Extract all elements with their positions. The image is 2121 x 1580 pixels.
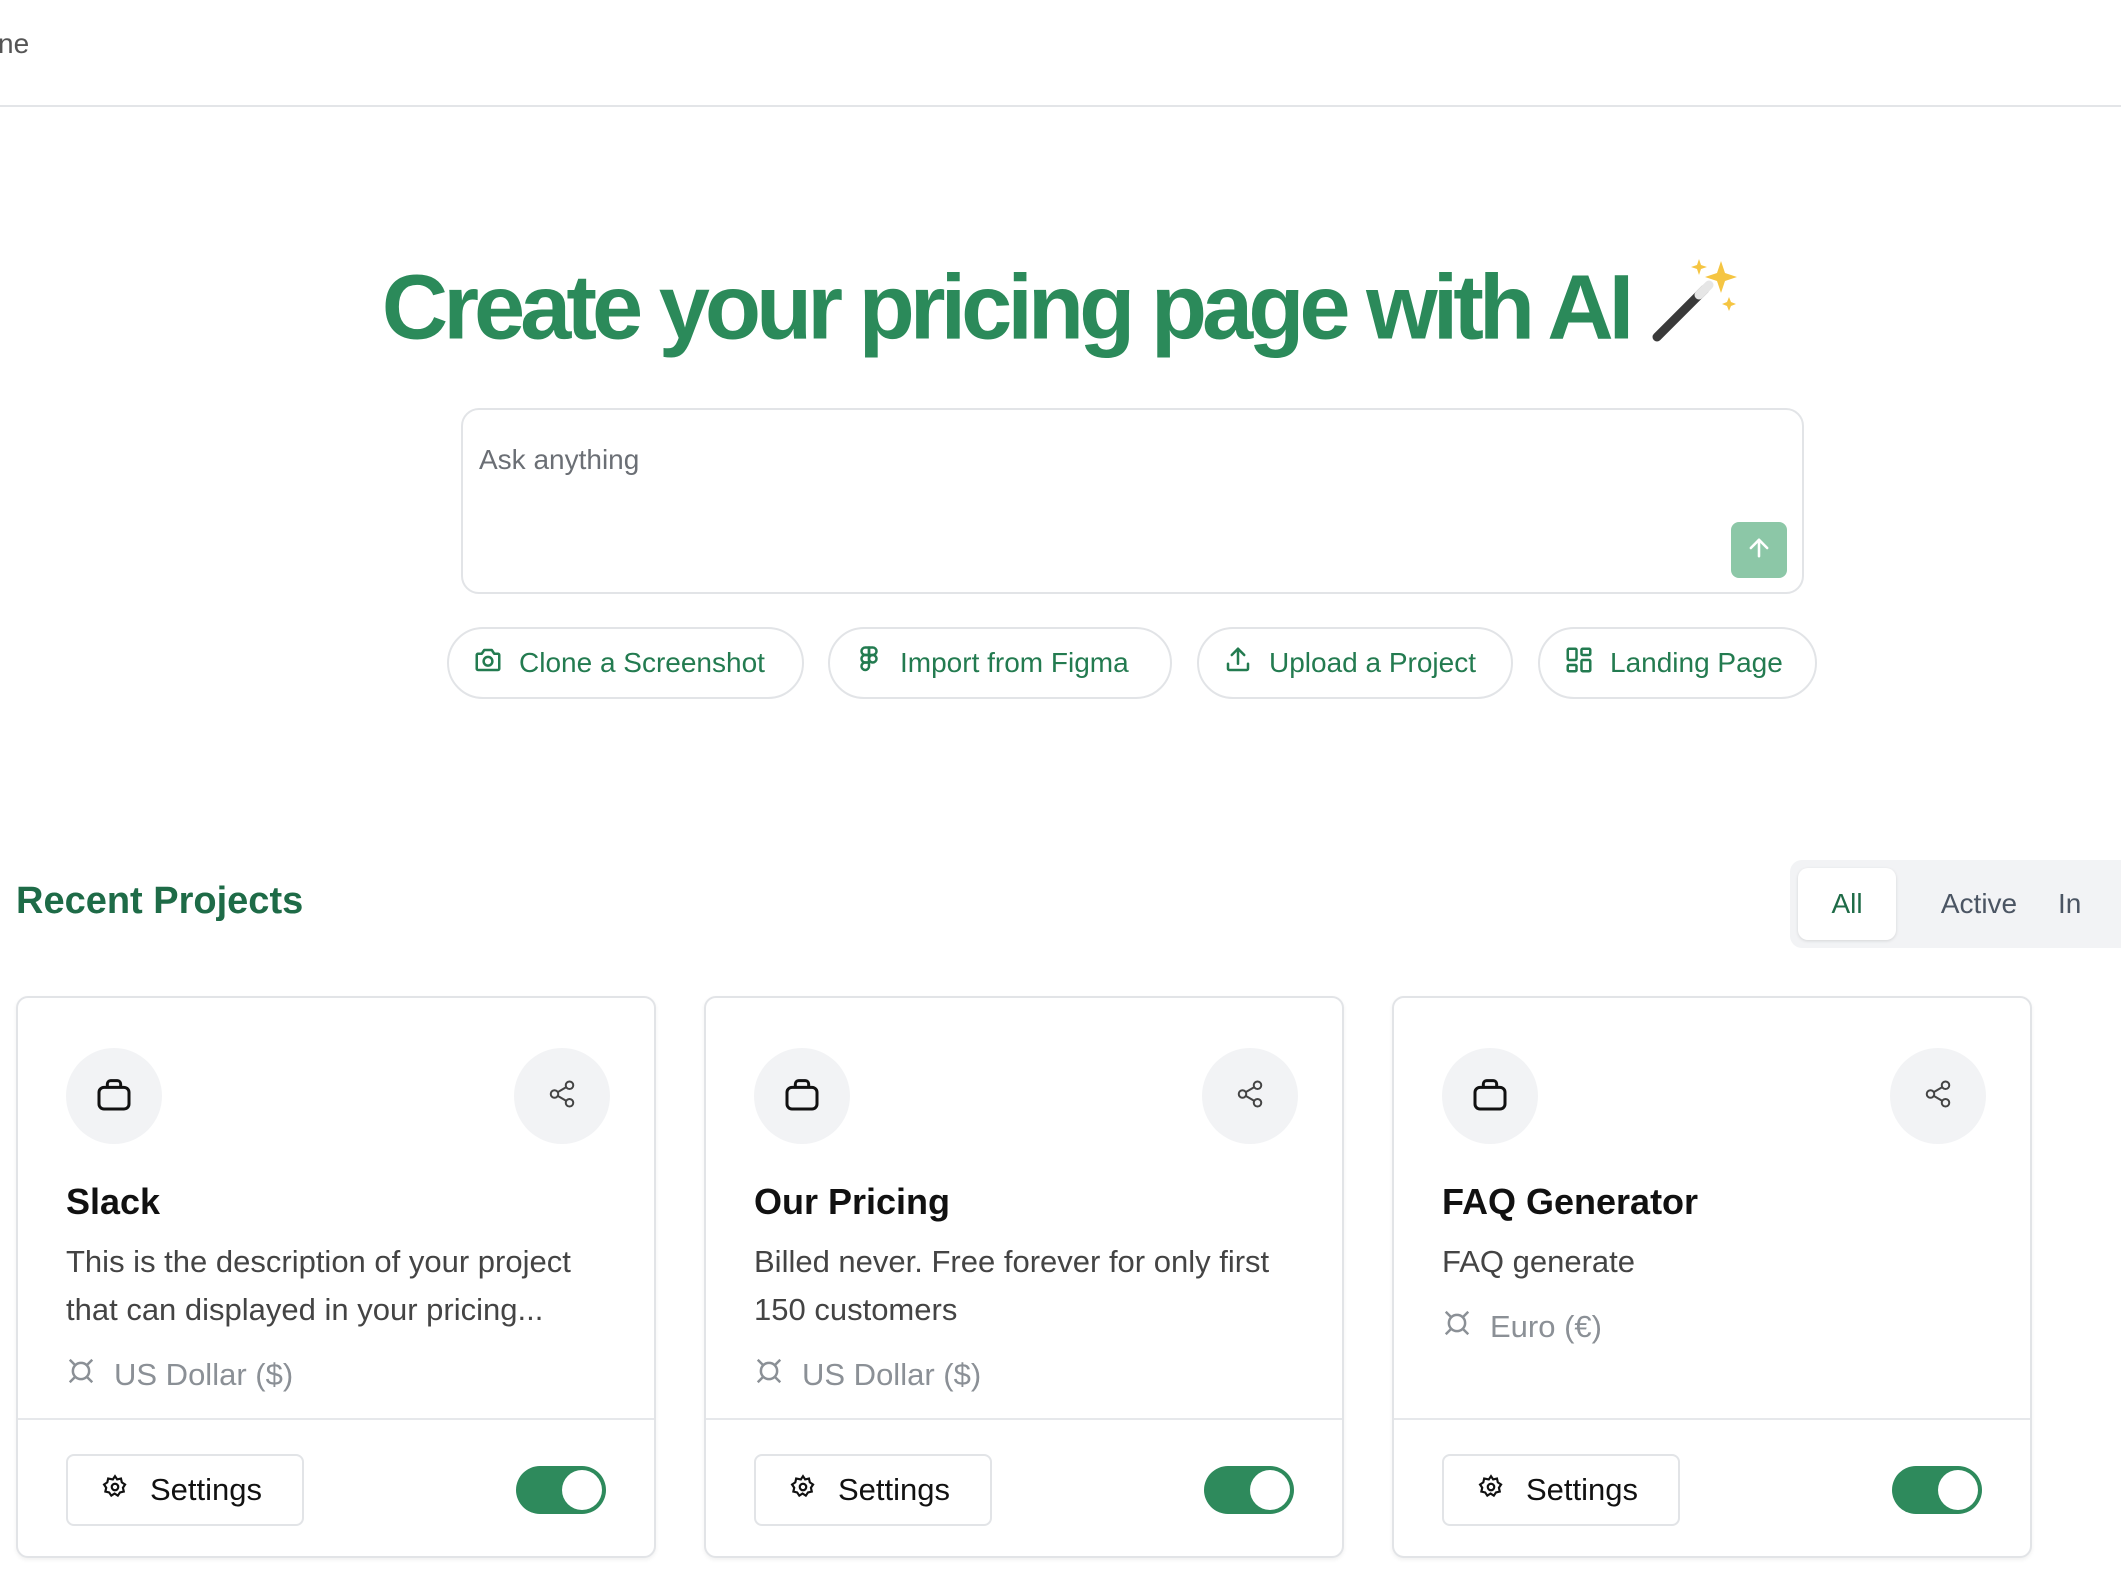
card-divider bbox=[1394, 1418, 2030, 1420]
topbar-title-fragment: ne bbox=[0, 28, 30, 59]
share-button[interactable] bbox=[514, 1048, 610, 1144]
prompt-input[interactable] bbox=[479, 430, 1679, 490]
share-button[interactable] bbox=[1890, 1048, 1986, 1144]
top-bar: ne bbox=[0, 0, 2121, 107]
share-icon bbox=[547, 1079, 577, 1114]
project-card[interactable]: FAQ Generator FAQ generate Euro (€) Sett… bbox=[1392, 996, 2032, 1558]
chip-label: Import from Figma bbox=[900, 647, 1129, 678]
project-currency: US Dollar ($) bbox=[754, 1356, 981, 1394]
project-description: Billed never. Free forever for only firs… bbox=[754, 1244, 1270, 1327]
chip-label: Landing Page bbox=[1610, 647, 1783, 678]
send-button[interactable] bbox=[1731, 522, 1787, 578]
currency-icon bbox=[66, 1356, 96, 1394]
toggle-knob bbox=[1938, 1470, 1978, 1510]
upload-icon bbox=[1223, 645, 1253, 682]
currency-label: US Dollar ($) bbox=[114, 1357, 294, 1392]
tab-active[interactable]: Active bbox=[1914, 868, 2044, 940]
currency-label: Euro (€) bbox=[1490, 1309, 1602, 1344]
settings-label: Settings bbox=[1526, 1472, 1639, 1507]
project-description: FAQ generate bbox=[1442, 1244, 1636, 1279]
currency-icon bbox=[1442, 1308, 1472, 1346]
project-card[interactable]: Slack This is the description of your pr… bbox=[16, 996, 656, 1558]
project-title: Slack bbox=[66, 1181, 161, 1222]
currency-label: US Dollar ($) bbox=[802, 1357, 982, 1392]
toggle-knob bbox=[1250, 1470, 1290, 1510]
clone-screenshot-button[interactable]: Clone a Screenshot bbox=[447, 627, 804, 699]
prompt-box bbox=[461, 408, 1804, 594]
recent-projects-heading: Recent Projects bbox=[16, 880, 304, 922]
card-divider bbox=[18, 1418, 654, 1420]
tab-inactive[interactable]: In bbox=[2058, 868, 2121, 940]
hero-title: Create your pricing page with AI bbox=[0, 255, 2121, 373]
settings-label: Settings bbox=[150, 1472, 263, 1507]
bag-icon bbox=[782, 1074, 822, 1119]
project-currency: Euro (€) bbox=[1442, 1308, 1602, 1346]
settings-button[interactable]: Settings bbox=[66, 1454, 304, 1526]
card-divider bbox=[706, 1418, 1342, 1420]
project-icon-wrapper bbox=[66, 1048, 162, 1144]
project-title: FAQ Generator bbox=[1442, 1181, 1699, 1222]
project-icon-wrapper bbox=[754, 1048, 850, 1144]
settings-label: Settings bbox=[838, 1472, 951, 1507]
project-filter-tabs: All Active In bbox=[1790, 860, 2121, 948]
camera-icon bbox=[473, 645, 503, 682]
tab-all[interactable]: All bbox=[1798, 868, 1896, 940]
toggle-knob bbox=[562, 1470, 602, 1510]
project-toggle[interactable] bbox=[1204, 1466, 1294, 1514]
settings-button[interactable]: Settings bbox=[1442, 1454, 1680, 1526]
landing-page-button[interactable]: Landing Page bbox=[1538, 627, 1817, 699]
import-figma-button[interactable]: Import from Figma bbox=[828, 627, 1172, 699]
magic-wand-icon bbox=[1643, 255, 1739, 373]
hero-title-text: Create your pricing page with AI bbox=[381, 256, 1634, 359]
quick-actions: Clone a Screenshot Import from Figma Upl… bbox=[0, 627, 2121, 699]
gear-icon bbox=[102, 1472, 128, 1508]
share-icon bbox=[1923, 1079, 1953, 1114]
grid-icon bbox=[1564, 645, 1594, 682]
share-button[interactable] bbox=[1202, 1048, 1298, 1144]
upload-project-button[interactable]: Upload a Project bbox=[1197, 627, 1513, 699]
project-currency: US Dollar ($) bbox=[66, 1356, 293, 1394]
chip-label: Clone a Screenshot bbox=[519, 647, 765, 678]
bag-icon bbox=[94, 1074, 134, 1119]
project-title: Our Pricing bbox=[754, 1181, 951, 1222]
project-card[interactable]: Our Pricing Billed never. Free forever f… bbox=[704, 996, 1344, 1558]
arrow-up-icon bbox=[1745, 534, 1773, 567]
currency-icon bbox=[754, 1356, 784, 1394]
settings-button[interactable]: Settings bbox=[754, 1454, 992, 1526]
gear-icon bbox=[790, 1472, 816, 1508]
project-icon-wrapper bbox=[1442, 1048, 1538, 1144]
share-icon bbox=[1235, 1079, 1265, 1114]
gear-icon bbox=[1478, 1472, 1504, 1508]
project-toggle[interactable] bbox=[516, 1466, 606, 1514]
figma-icon bbox=[854, 645, 884, 682]
project-toggle[interactable] bbox=[1892, 1466, 1982, 1514]
chip-label: Upload a Project bbox=[1269, 647, 1477, 678]
bag-icon bbox=[1470, 1074, 1510, 1119]
project-description: This is the description of your project … bbox=[66, 1244, 571, 1327]
